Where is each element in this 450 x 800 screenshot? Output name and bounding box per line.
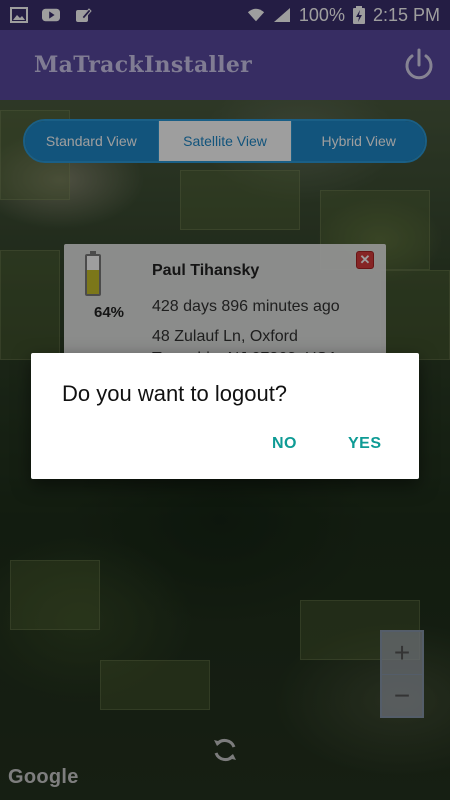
dialog-message: Do you want to logout?: [62, 381, 288, 406]
no-button[interactable]: NO: [272, 435, 297, 453]
logout-dialog: Do you want to logout? NO YES: [31, 353, 419, 479]
yes-button[interactable]: YES: [348, 435, 382, 453]
